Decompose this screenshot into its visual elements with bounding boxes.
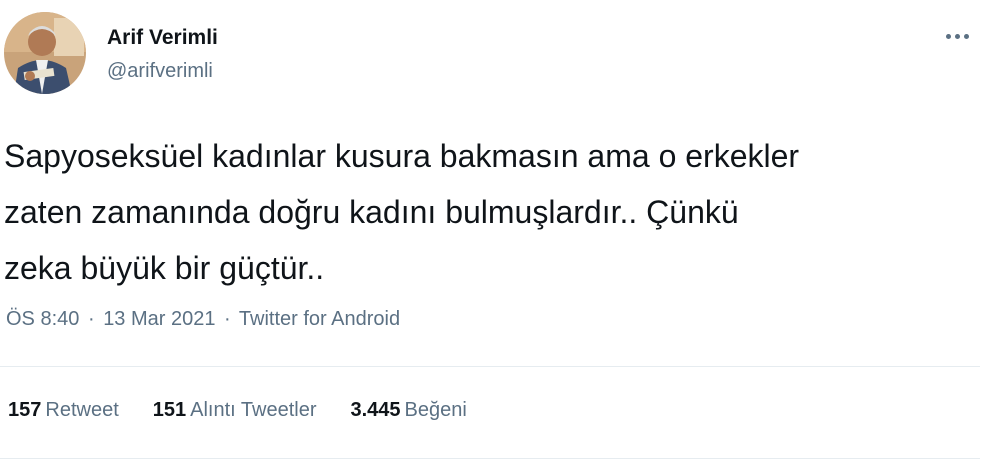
meta-separator: · [224, 308, 231, 330]
retweet-count: 157 [8, 399, 42, 421]
tweet-text-line: Sapyoseksüel kadınlar kusura bakmasın am… [4, 138, 800, 174]
tweet-card: Arif Verimli @arifverimli Sapyoseksüel k… [0, 0, 994, 465]
more-dot [963, 33, 969, 39]
meta-separator: · [87, 308, 95, 330]
tweet-meta: ÖS 8:40 · 13 Mar 2021 · Twitter for Andr… [6, 308, 400, 331]
avatar[interactable] [4, 12, 86, 94]
retweet-label: Retweet [45, 399, 119, 421]
tweet-text: Sapyoseksüel kadınlar kusura bakmasın am… [4, 128, 984, 296]
divider [0, 458, 980, 459]
tweet-date[interactable]: 13 Mar 2021 [103, 308, 215, 330]
divider [0, 366, 980, 367]
author-handle[interactable]: @arifverimli [107, 60, 213, 83]
like-stat[interactable]: 3.445 Beğeni [350, 399, 466, 422]
tweet-stats: 157 Retweet 151 Alıntı Tweetler 3.445 Beğen… [8, 399, 501, 422]
avatar-photo [4, 12, 86, 94]
like-count: 3.445 [350, 399, 401, 421]
tweet-time[interactable]: ÖS 8:40 [6, 308, 79, 330]
tweet-source[interactable]: Twitter for Android [239, 308, 400, 330]
more-dot [945, 33, 951, 39]
author-name[interactable]: Arif Verimli [107, 26, 218, 50]
retweet-stat[interactable]: 157 Retweet [8, 399, 119, 422]
quote-count: 151 [152, 399, 187, 421]
like-label: Beğeni [404, 399, 467, 421]
more-dot [954, 33, 960, 39]
tweet-text-line: zaten zamanında doğru kadını bulmuşlardı… [4, 194, 739, 230]
tweet-text-line: zeka büyük bir güçtür.. [4, 250, 325, 286]
quote-label: Alıntı Tweetler [190, 399, 317, 421]
quote-stat[interactable]: 151 Alıntı Tweetler [153, 399, 317, 422]
more-horizontal-icon[interactable] [940, 22, 974, 50]
